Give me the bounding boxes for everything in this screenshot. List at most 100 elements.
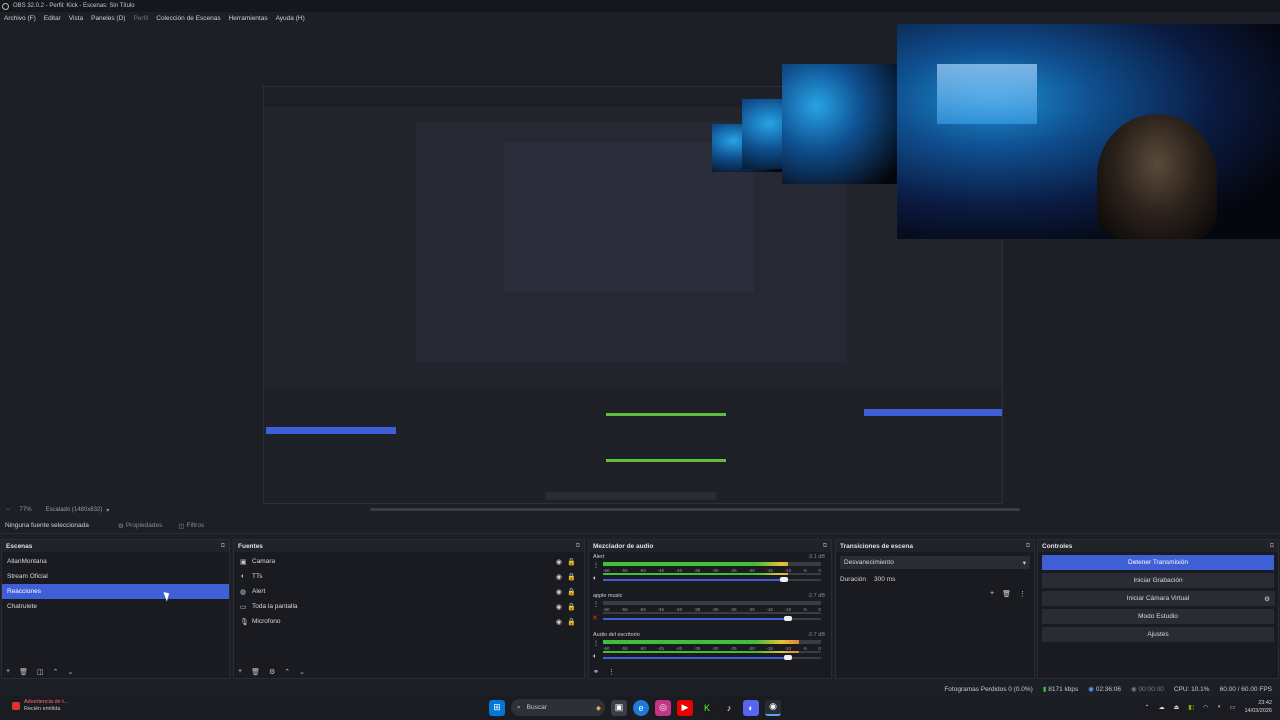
menu-herramientas[interactable]: Herramientas (225, 15, 272, 22)
obs-taskbar-icon[interactable]: ◉ (765, 699, 781, 716)
clock[interactable]: 23:42 14/03/2026 (1244, 699, 1272, 715)
lock-icon[interactable]: 🔒 (567, 573, 576, 581)
source-item[interactable]: ▣ Camara ◉ 🔒 (234, 554, 584, 569)
zoom-out-icon[interactable]: − (0, 507, 10, 513)
chevron-up-icon[interactable]: ⌃ (53, 668, 59, 676)
properties-button[interactable]: ⚙ Propiedades (110, 522, 170, 530)
eye-icon[interactable]: ◉ (556, 603, 562, 611)
add-icon[interactable]: + (238, 668, 242, 676)
trash-icon[interactable]: 🗑 (251, 668, 260, 676)
source-item[interactable]: 🎙 Microfono ◉ 🔒 (234, 614, 584, 629)
scene-item[interactable]: AllanMontana (2, 554, 229, 569)
chevron-down-icon[interactable]: ▾ (102, 507, 109, 514)
chevron-up-icon[interactable]: ⌃ (1145, 704, 1150, 711)
duration-input[interactable]: 300 ms (872, 575, 1030, 584)
eye-icon[interactable]: ◉ (556, 558, 562, 566)
discord-icon[interactable]: ◐ (743, 699, 759, 716)
scene-item-selected[interactable]: Reacciones (2, 584, 229, 599)
source-item[interactable]: ◍ Alert ◉ 🔒 (234, 584, 584, 599)
speaker-icon[interactable]: ◖ (592, 653, 596, 660)
filter-icon[interactable]: ◫ (37, 668, 44, 676)
more-options-icon[interactable]: ⋮ (593, 601, 599, 608)
stop-streaming-button[interactable]: Detener Transmisión (1042, 555, 1274, 570)
edge-icon[interactable]: e (633, 699, 649, 716)
no-source-label: Ninguna fuente seleccionada (5, 522, 89, 529)
scene-item[interactable]: Stream Oficial (2, 569, 229, 584)
more-options-icon[interactable]: ⋮ (608, 668, 615, 676)
lock-icon[interactable]: 🔒 (567, 558, 576, 566)
menu-perfil[interactable]: Perfil (129, 15, 152, 22)
scale-label[interactable]: Escalado (1480x832) (32, 507, 103, 513)
horizontal-scrollbar[interactable] (370, 508, 1020, 511)
menu-coleccion[interactable]: Colección de Escenas (152, 15, 224, 22)
sources-title: Fuentes (238, 542, 263, 550)
gear-icon[interactable]: ⚙ (269, 668, 275, 676)
wifi-icon[interactable]: ◠ (1203, 704, 1208, 711)
chevron-up-icon[interactable]: ⌃ (284, 668, 290, 676)
undock-icon[interactable]: ⧉ (221, 543, 225, 550)
source-item[interactable]: ◖ TTs ◉ 🔒 (234, 569, 584, 584)
lock-icon[interactable]: 🔒 (567, 618, 576, 626)
mixer-channel: apple music -2.7 dB ⋮ ✕ -60 -55 -50 -45 -40-… (589, 591, 831, 630)
zoom-level[interactable]: 77% (10, 507, 32, 513)
studio-mode-button[interactable]: Modo Estudio (1042, 609, 1274, 624)
chevron-down-icon[interactable]: ⌄ (299, 668, 305, 676)
kick-icon[interactable]: K (699, 699, 715, 716)
add-icon[interactable]: + (6, 668, 10, 676)
source-item[interactable]: ▭ Toda la pantalla ◉ 🔒 (234, 599, 584, 614)
more-options-icon[interactable]: ⋮ (1019, 590, 1026, 598)
gear-icon[interactable]: ⚙ (1259, 591, 1275, 606)
lock-icon[interactable]: 🔒 (567, 588, 576, 596)
settings-button[interactable]: Ajustes (1042, 627, 1274, 642)
channel-db: -2.7 dB (807, 632, 825, 638)
lock-icon[interactable]: 🔒 (567, 603, 576, 611)
speaker-icon[interactable]: ◖ (592, 575, 596, 582)
eye-icon[interactable]: ◉ (556, 573, 562, 581)
preview-canvas[interactable] (0, 24, 1280, 504)
usb-icon[interactable]: ⏏ (1174, 704, 1180, 711)
start-recording-button[interactable]: Iniciar Grabación (1042, 573, 1274, 588)
undock-icon[interactable]: ⧉ (576, 543, 580, 550)
obs-logo-icon (2, 2, 9, 10)
trash-icon[interactable]: 🗑 (19, 668, 28, 676)
menu-paneles[interactable]: Paneles (D) (87, 15, 129, 22)
nvidia-icon[interactable]: ◧ (1188, 704, 1194, 711)
trash-icon[interactable]: 🗑 (1002, 590, 1011, 598)
taskbar-search[interactable]: ⌕ Buscar ◆ (511, 699, 605, 716)
menu-archivo[interactable]: Archivo (F) (0, 15, 40, 22)
undock-icon[interactable]: ⧉ (1270, 543, 1274, 550)
add-icon[interactable]: + (990, 590, 994, 598)
menu-ayuda[interactable]: Ayuda (H) (272, 15, 309, 22)
menu-vista[interactable]: Vista (65, 15, 87, 22)
transition-select[interactable]: Desvanecimiento ▾ (840, 556, 1030, 569)
chevron-down-icon[interactable]: ⌄ (67, 668, 73, 676)
windows-start-icon[interactable]: ⊞ (489, 699, 505, 716)
filters-button[interactable]: ◫ Filtros (170, 522, 212, 530)
more-options-icon[interactable]: ⋮ (593, 640, 599, 647)
virtual-camera-button[interactable]: Iniciar Cámara Virtual ⚙ (1042, 591, 1275, 606)
volume-slider[interactable] (603, 577, 821, 582)
link-icon[interactable]: ⚭ (593, 668, 599, 676)
volume-icon[interactable]: ◖ (1217, 704, 1221, 710)
muted-speaker-icon[interactable]: ✕ (592, 614, 598, 622)
eye-icon[interactable]: ◉ (556, 588, 562, 596)
menu-editar[interactable]: Editar (40, 15, 65, 22)
tiktok-icon[interactable]: ♪ (721, 699, 737, 716)
taskbar-notification[interactable]: Advertencia de t... Recién emitida (12, 699, 68, 713)
youtube-icon[interactable]: ▶ (677, 699, 693, 716)
undock-icon[interactable]: ⧉ (1026, 543, 1030, 550)
scene-item[interactable]: Chatrulete (2, 599, 229, 614)
battery-icon[interactable]: ▭ (1230, 704, 1236, 711)
eye-icon[interactable]: ◉ (556, 618, 562, 626)
cloud-icon[interactable]: ☁ (1159, 704, 1165, 711)
instagram-icon[interactable]: ◎ (655, 699, 671, 716)
undock-icon[interactable]: ⧉ (823, 543, 827, 550)
stream-time: ◉ 02:36:06 (1088, 686, 1122, 693)
signal-icon: ▮ (1042, 686, 1047, 693)
task-view-icon[interactable]: ▣ (611, 699, 627, 716)
more-options-icon[interactable]: ⋮ (593, 562, 599, 569)
level-meter (603, 640, 821, 644)
volume-slider[interactable] (603, 655, 821, 660)
chevron-down-icon: ▾ (1022, 559, 1026, 567)
volume-slider[interactable] (603, 616, 821, 621)
